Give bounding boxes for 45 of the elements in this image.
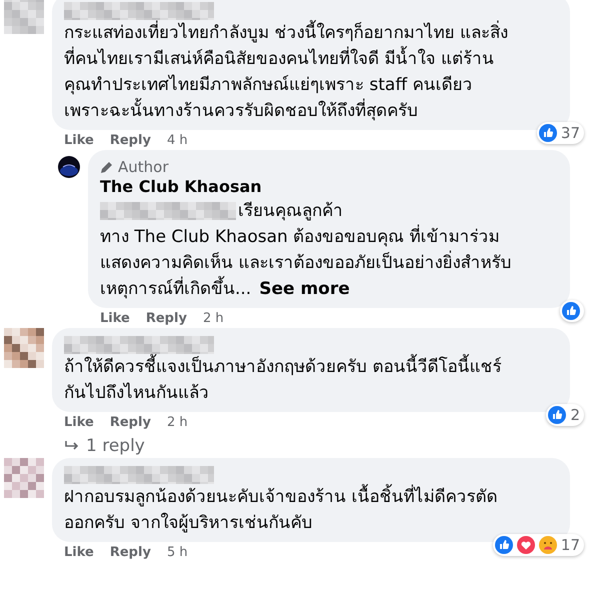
see-more-link[interactable]: See more [259,279,350,299]
comment-text: แสดงความคิดเห็น และเราต้องขออภัยเป็นอย่างยิ่งสำหรับ [100,250,558,276]
comment-time: 2 h [166,415,188,430]
reply-link[interactable]: Reply [110,133,151,148]
author-name[interactable]: The Club Khaosan [100,176,558,198]
pencil-icon [100,160,114,174]
blurred-avatar-drawing [4,0,44,34]
reaction-badge[interactable]: 37 [536,122,584,144]
comment-text: เหตุการณ์ที่เกิดขึ้น... [100,276,252,302]
comment-text: เรียนคุณลูกค้า [238,200,343,223]
comment-text: ที่คนไทยเรามีเสน่ห์คือนิสัยของคนไทยที่ใจดี มีน้ำใจ แต่ร้าน [64,46,558,72]
view-replies-link[interactable]: 1 reply [52,430,570,456]
comment-text: ทาง The Club Khaosan ต้องขอขอบคุณ ที่เข้ามาร่วม [100,224,558,250]
thumbs-up-icon [548,406,566,424]
reaction-badge[interactable] [560,300,584,322]
like-link[interactable]: Like [64,415,94,430]
comment-text: กันไปถึงไหนกันแล้ว [64,382,210,405]
comment-text: คุณทำประเทศไทยมีภาพลักษณ์แย่ๆเพราะ staff คนเดียว [64,74,474,97]
like-link[interactable]: Like [64,133,94,148]
reply-link[interactable]: Reply [110,545,151,560]
comment-text: กระแสท่องเที่ยวไทยกำลังบูม ช่วงนี้ใครๆก็อยากมาไทย และสิ่ง [64,20,558,46]
reaction-count: 17 [560,536,580,554]
comment-text: ฝากอบรมลูกน้องด้วยนะคับเจ้าของร้าน เนื้อชิ้นที่ไม่ดีควรตัด [64,484,558,510]
thumbs-up-icon [538,124,557,142]
author-label: Author [118,158,169,176]
comment-time: 4 h [166,133,188,148]
reaction-count: 2 [570,406,580,424]
thumbs-up-icon [562,302,580,320]
reaction-badge[interactable]: 17 [492,534,584,556]
blurred-avatar-drawing [4,328,44,368]
reply-link[interactable]: Reply [110,415,151,430]
comment-text: ออกครับ จากใจผู้บริหารเช่นกันคับ [64,512,314,535]
reaction-badge[interactable]: 2 [546,404,584,426]
comment-text: ถ้าให้ดีควรชี้แจงเป็นภาษาอังกฤษด้วยครับ ตอนนี้วีดีโอนี้แชร์ [64,354,558,380]
like-link[interactable]: Like [64,545,94,560]
comment-text: เพราะฉะนั้นทางร้านควรรับผิดชอบให้ถึงที่สุดครับ [64,98,558,124]
blurred-avatar-drawing [4,458,44,498]
comment-time: 5 h [166,545,188,560]
page-avatar[interactable] [58,156,80,178]
thumbs-up-icon [494,536,513,554]
reply-arrow-icon [64,440,80,452]
like-link[interactable]: Like [100,311,130,326]
reply-link[interactable]: Reply [146,311,187,326]
reaction-count: 37 [560,124,580,142]
comment-time: 2 h [202,311,224,326]
